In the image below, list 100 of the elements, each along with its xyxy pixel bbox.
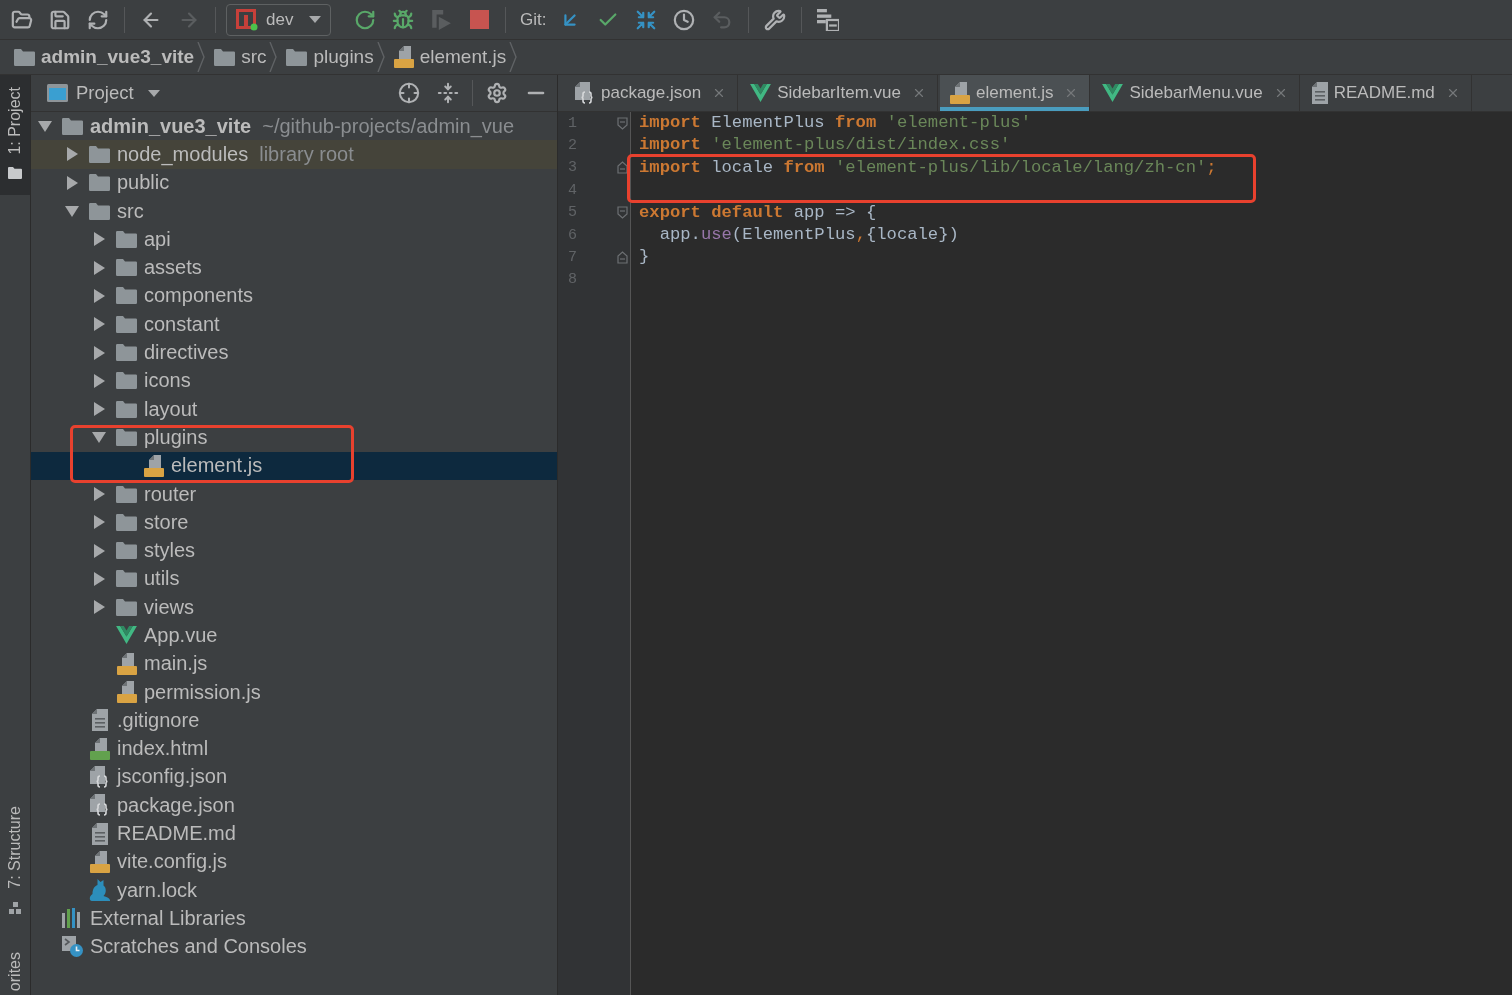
chevron-icon [376,42,385,72]
caret-right-icon[interactable] [92,600,106,615]
caret-right-icon[interactable] [92,402,106,417]
clock-icon[interactable] [673,8,696,31]
tree-item[interactable]: External Libraries [31,904,557,933]
folder-icon [89,174,110,192]
tree-item[interactable]: index.html [31,734,557,763]
tree-item[interactable]: admin_vue3_vite ~/github-projects/admin_vue [31,112,557,141]
tree-item[interactable]: element.js [31,451,557,480]
run-config-dropdown[interactable]: dev [226,3,331,36]
code-line: import ElementPlus from 'element-plus' [639,112,1032,134]
tree-item[interactable]: utils [31,564,557,594]
framed-square-icon [236,8,258,31]
tree-item[interactable]: yarn.lock [31,876,557,905]
tree-item[interactable]: store [31,508,557,537]
caret-right-icon[interactable] [65,147,79,162]
fold-marker-icon[interactable] [617,161,628,175]
crosshair-icon[interactable] [398,82,420,104]
code-line: import 'element-plus/dist/index.css' [639,134,1012,157]
stop-icon[interactable] [469,10,489,29]
tree-item[interactable]: node_modules library root [31,140,557,169]
settings-icon[interactable] [486,82,508,104]
inward-arrows-icon[interactable] [635,8,658,31]
tree-item[interactable]: jsconfig.json [31,762,557,792]
tree-item[interactable]: styles [31,536,557,565]
fold-marker-icon[interactable] [617,251,628,265]
caret-right-icon[interactable] [92,260,106,275]
tree-item[interactable]: components [31,281,557,311]
caret-down-icon[interactable] [65,204,79,219]
close-icon[interactable] [912,86,926,100]
tree-item[interactable]: plugins [31,423,557,452]
caret-right-icon[interactable] [65,175,79,190]
stacked-panels-icon[interactable] [817,8,840,31]
tool-window-tab[interactable]: orites [0,929,30,995]
editor-tab[interactable]: element.js [940,75,1091,111]
fold-marker-icon[interactable] [617,206,628,220]
text-file-icon [91,822,108,845]
chevron-icon [509,42,518,72]
js-file-icon [116,652,137,675]
folder-icon [116,344,137,361]
folder-icon [8,166,22,179]
html-file-icon [89,737,110,760]
folder-icon [116,428,137,446]
tree-item[interactable]: main.js [31,649,557,678]
tool-window-tab[interactable]: 1: Project [0,75,30,195]
view-selector[interactable]: Project [47,82,160,104]
json-file-icon [89,794,110,817]
breadcrumb-item[interactable]: element.js [393,46,507,68]
code-line: import locale from 'element-plus/lib/locale/lang/zh-cn'; [639,156,1218,179]
folder-icon [116,400,137,418]
folder-icon [116,287,137,305]
rerun-icon[interactable] [354,8,376,31]
folder-icon [62,117,83,135]
caret-right-icon[interactable] [92,571,106,586]
wrench-icon[interactable] [764,8,787,31]
caret-right-icon[interactable] [92,515,106,530]
caret-down-icon[interactable] [38,119,52,134]
folder-icon [116,513,137,531]
tree-item[interactable]: api [31,225,557,254]
caret-right-icon[interactable] [92,373,106,388]
tree-item[interactable]: icons [31,366,557,395]
tree-item[interactable]: package.json [31,791,557,820]
open-folder-icon[interactable] [11,8,33,31]
tree-item[interactable]: views [31,593,557,622]
caret-right-icon[interactable] [92,288,106,303]
vue-logo-icon [750,84,772,102]
caret-right-icon[interactable] [92,543,106,558]
caret-right-icon[interactable] [92,317,106,332]
tree-item[interactable]: src [31,196,557,226]
tree-item[interactable]: public [31,168,557,197]
caret-right-icon[interactable] [92,487,106,501]
vue-logo-icon [116,626,137,645]
tree-item[interactable]: vite.config.js [31,847,557,876]
js-file-icon [950,82,970,104]
tree-item[interactable]: directives [31,338,557,367]
bug-icon[interactable] [392,8,414,31]
caret-right-icon[interactable] [92,232,106,247]
tree-item[interactable]: App.vue [31,621,557,650]
breadcrumb-item[interactable]: src [214,46,267,68]
folder-icon [116,230,137,248]
collapse-arrows-icon[interactable] [437,82,459,104]
vcs-label: Git: [520,9,547,30]
refresh-icon[interactable] [87,8,109,31]
fold-marker-icon[interactable] [617,116,628,130]
caret-right-icon[interactable] [92,345,106,360]
tree-item[interactable]: Scratches and Consoles [31,932,557,961]
save-icon[interactable] [49,8,71,31]
breadcrumb-item[interactable]: admin_vue3_vite [14,46,195,68]
tree-item[interactable]: .gitignore [31,706,557,735]
caret-down-icon[interactable] [92,430,106,445]
breadcrumb-item[interactable]: plugins [286,46,374,68]
tool-window-tab[interactable]: 7: Structure [0,794,30,930]
folder-icon [116,259,137,277]
code-line: } [639,246,651,269]
tree-item[interactable]: README.md [31,819,557,848]
tree-item[interactable]: router [31,479,557,509]
tree-item[interactable]: permission.js [31,677,557,707]
tree-item[interactable]: layout [31,394,557,424]
tree-item[interactable]: assets [31,253,557,282]
tree-item[interactable]: constant [31,310,557,339]
